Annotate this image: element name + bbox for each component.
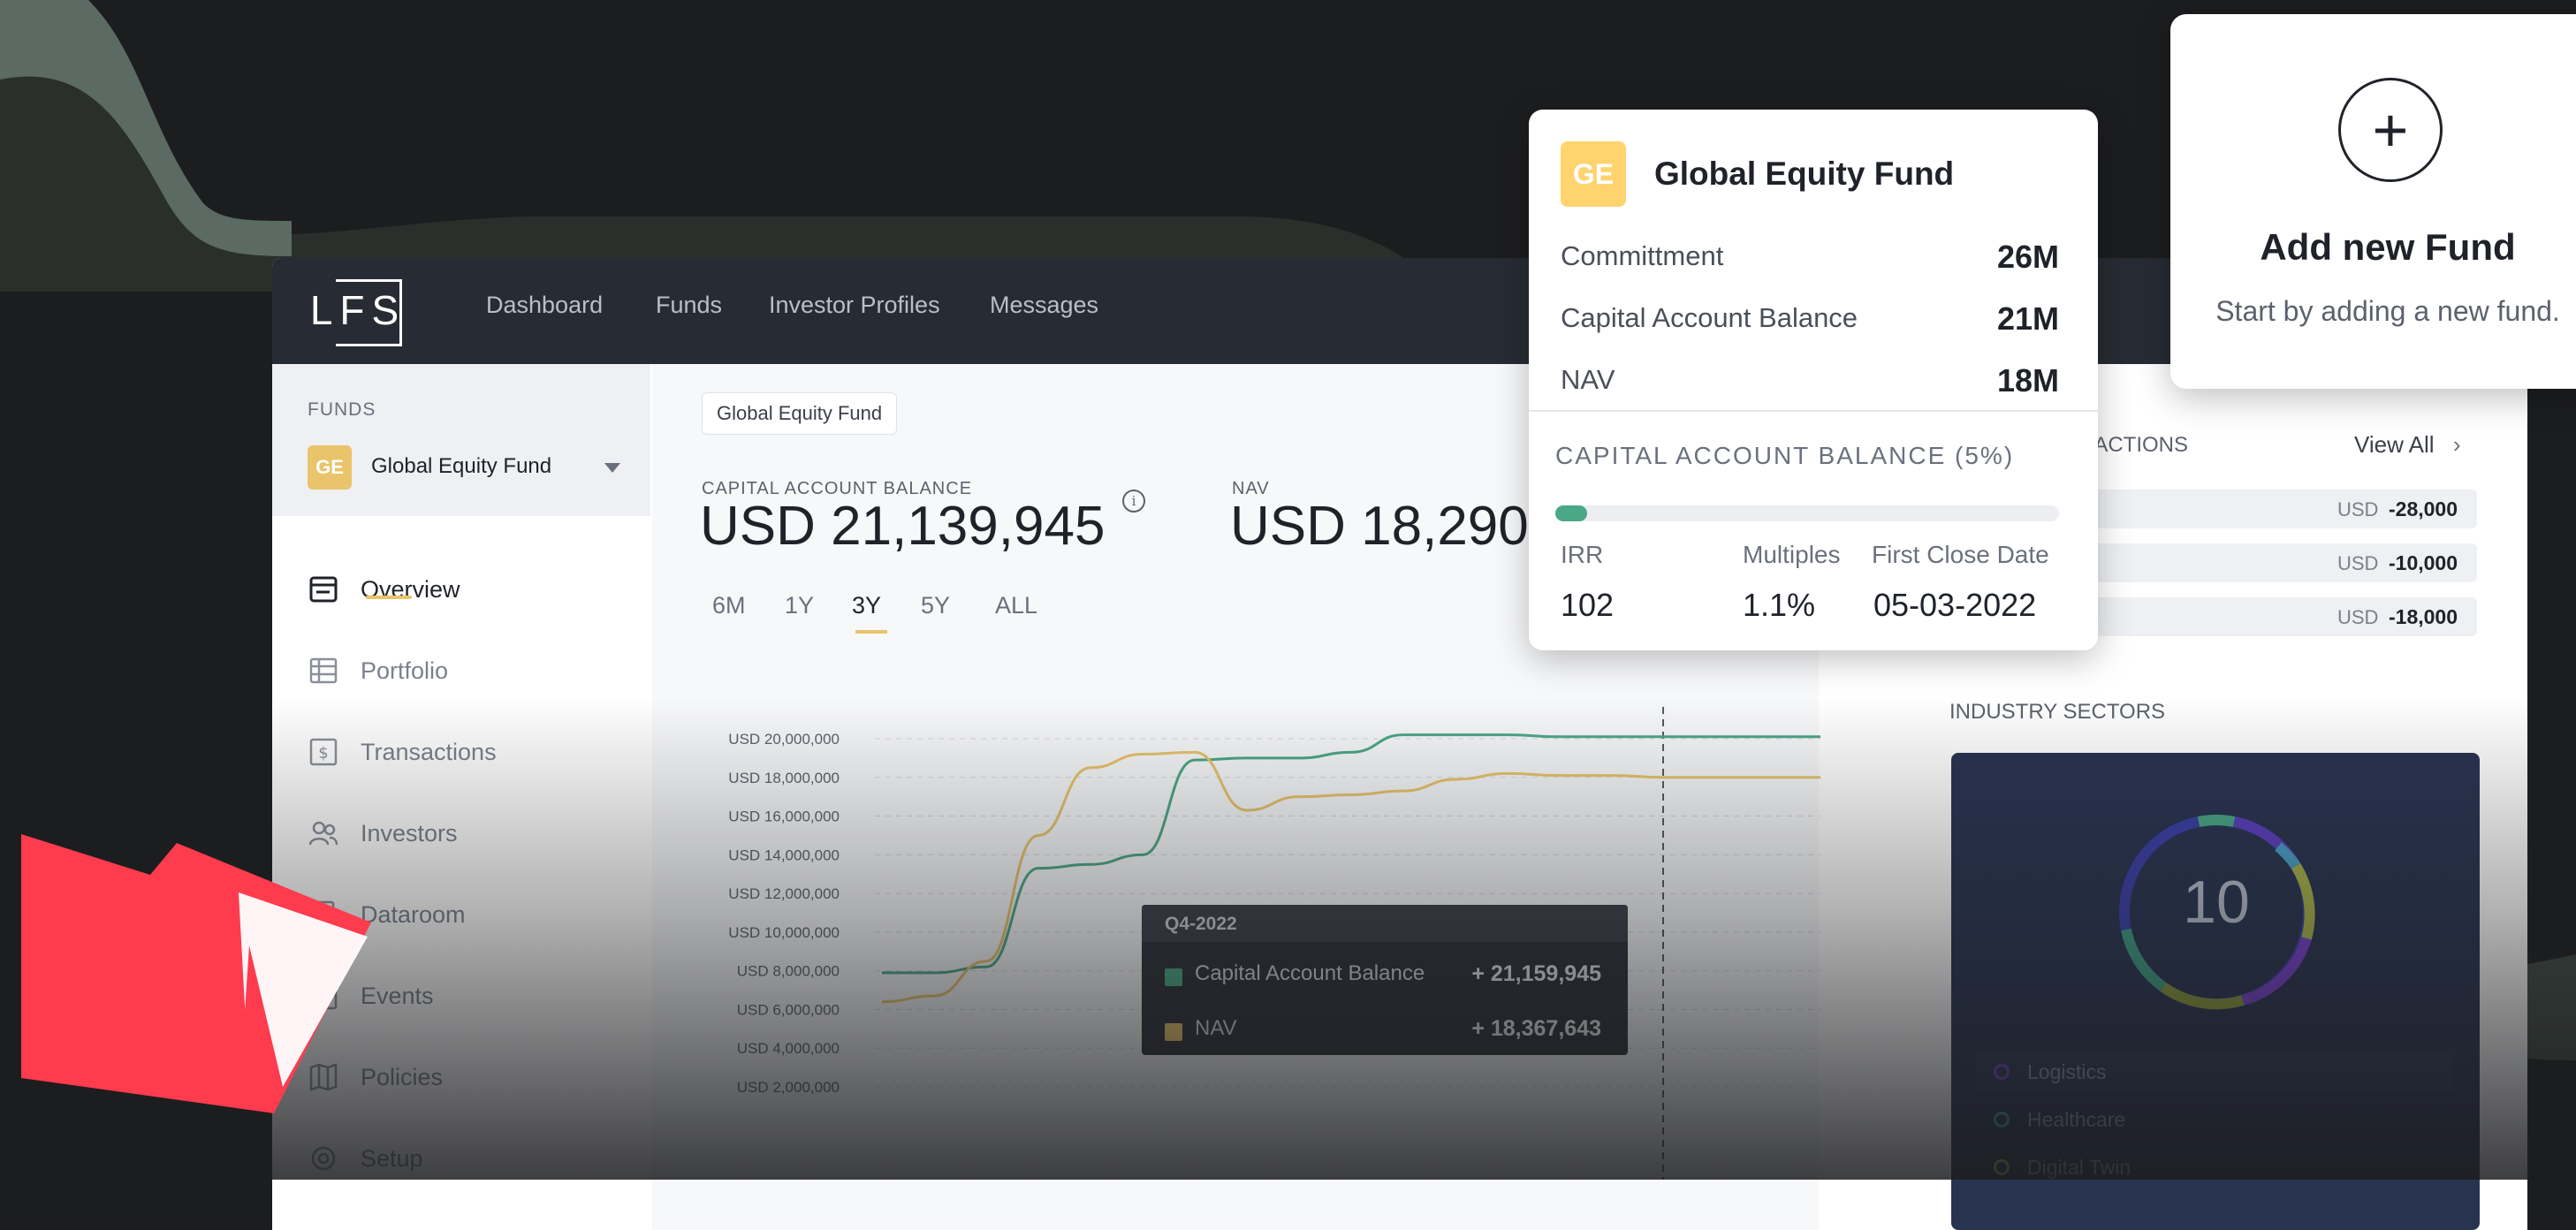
add-fund-title: Add new Fund — [2260, 226, 2516, 268]
add-fund-card[interactable]: + Add new Fund Start by adding a new fun… — [2170, 14, 2576, 389]
y-tick-label: USD 4,000,000 — [737, 1040, 840, 1057]
plus-icon[interactable]: + — [2338, 78, 2443, 182]
y-tick-label: USD 20,000,000 — [728, 731, 840, 748]
transaction-row[interactable]: USD -28,000 — [2072, 490, 2477, 528]
txn-currency: USD — [2337, 552, 2379, 574]
folder-icon — [21, 834, 371, 1113]
legend-item: Logistics — [1976, 1052, 2453, 1092]
y-tick-label: USD 16,000,000 — [728, 809, 840, 825]
y-tick-label: USD 10,000,000 — [728, 924, 840, 941]
cab-row-label: Capital Account Balance — [1561, 302, 1858, 333]
legend-label: Healthcare — [2027, 1107, 2126, 1131]
irr-value: 102 — [1561, 587, 1615, 623]
chart-tooltip: Q4-2022 Capital Account Balance + 21,159… — [1142, 905, 1628, 1055]
tooltip-period: Q4-2022 — [1165, 914, 1237, 934]
fund-badge: GE — [1561, 141, 1626, 207]
y-tick-label: USD 2,000,000 — [737, 1079, 840, 1096]
legend-dot — [1994, 1112, 2010, 1128]
first-close-value: 05-03-2022 — [1873, 587, 2037, 623]
legend-item: Healthcare — [1976, 1099, 2453, 1140]
y-tick-label: USD 6,000,000 — [737, 1001, 840, 1018]
fund-summary-card[interactable]: GE Global Equity Fund Committment 26M Ca… — [1529, 110, 2098, 650]
y-tick-label: USD 8,000,000 — [737, 963, 840, 980]
multiples-label: Multiples — [1743, 541, 1841, 568]
legend-label: Digital Twin — [2027, 1155, 2131, 1179]
legend-dot — [1994, 1064, 2010, 1080]
y-tick-label: USD 12,000,000 — [728, 885, 840, 902]
tooltip-value: + 21,159,945 — [1471, 961, 1601, 986]
progress-fill — [1555, 505, 1587, 521]
nav-row-label: NAV — [1561, 364, 1615, 395]
cab-progress-label: CAPITAL ACCOUNT BALANCE (5%) — [1555, 442, 2015, 469]
cab-row-value: 21M — [1996, 300, 2059, 337]
sector-count: 10 — [2183, 869, 2250, 936]
legend-label: Logistics — [2027, 1059, 2107, 1083]
progress-track — [1555, 505, 2059, 521]
series-swatch — [1165, 1023, 1182, 1041]
txn-amount: -28,000 — [2389, 497, 2458, 520]
legend-item: Digital Twin — [1976, 1147, 2453, 1188]
multiples-value: 1.1% — [1743, 587, 1816, 623]
y-tick-label: USD 18,000,000 — [728, 770, 840, 786]
y-tick-label: USD 14,000,000 — [728, 847, 840, 863]
legend-dot — [1994, 1159, 2010, 1175]
chevron-right-icon: › — [2452, 431, 2461, 458]
irr-label: IRR — [1561, 541, 1604, 568]
industry-sectors-panel: 10 Logistics Healthcare Digital Twin — [1951, 753, 2480, 1230]
add-fund-subtitle: Start by adding a new fund. — [2215, 295, 2560, 327]
view-all-label: View All — [2354, 431, 2435, 458]
view-all-link[interactable]: View All › — [2354, 431, 2460, 459]
tooltip-label: NAV — [1195, 1016, 1237, 1040]
fund-card-title: Global Equity Fund — [1654, 156, 1955, 192]
txn-currency: USD — [2337, 498, 2379, 520]
transaction-row[interactable]: USD -10,000 — [2072, 543, 2477, 582]
commitment-label: Committment — [1561, 240, 1724, 271]
nav-row-value: 18M — [1996, 362, 2059, 399]
tooltip-value: + 18,367,643 — [1471, 1016, 1601, 1041]
divider — [1529, 410, 2098, 412]
first-close-label: First Close Date — [1872, 541, 2049, 568]
industry-sectors-label: INDUSTRY SECTORS — [1949, 700, 2166, 724]
transaction-row[interactable]: USD -18,000 — [2072, 597, 2477, 636]
tooltip-label: Capital Account Balance — [1195, 961, 1425, 985]
txn-currency: USD — [2337, 606, 2379, 628]
txn-amount: -10,000 — [2389, 551, 2458, 574]
series-swatch — [1165, 968, 1182, 986]
commitment-value: 26M — [1996, 239, 2059, 275]
txn-amount: -18,000 — [2389, 605, 2458, 628]
